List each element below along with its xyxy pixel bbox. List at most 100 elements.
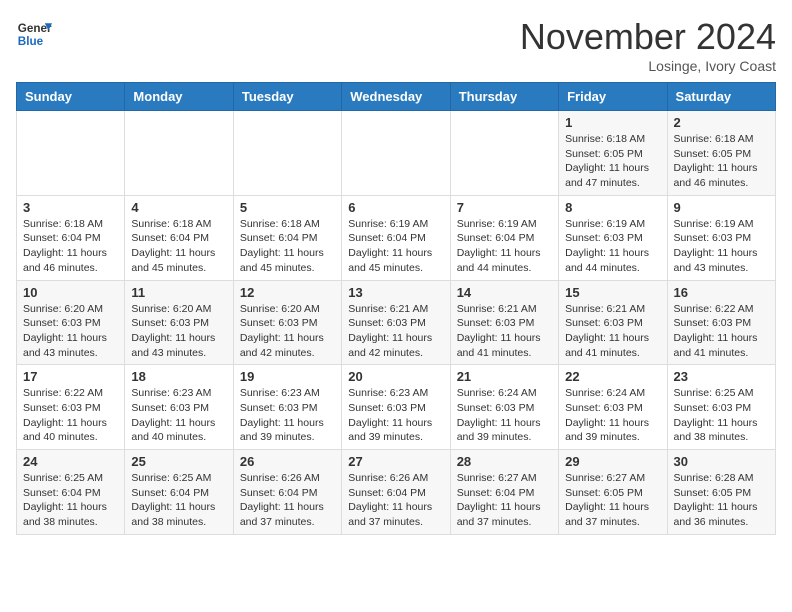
day-number: 15 [565,285,660,300]
weekday-header-row: SundayMondayTuesdayWednesdayThursdayFrid… [17,83,776,111]
day-info: Sunrise: 6:19 AM Sunset: 6:04 PM Dayligh… [348,217,443,276]
day-number: 5 [240,200,335,215]
day-info: Sunrise: 6:19 AM Sunset: 6:03 PM Dayligh… [674,217,769,276]
day-number: 18 [131,369,226,384]
calendar-week-row: 3 Sunrise: 6:18 AM Sunset: 6:04 PM Daylig… [17,195,776,280]
day-info: Sunrise: 6:18 AM Sunset: 6:04 PM Dayligh… [240,217,335,276]
weekday-header-monday: Monday [125,83,233,111]
day-number: 1 [565,115,660,130]
day-info: Sunrise: 6:19 AM Sunset: 6:04 PM Dayligh… [457,217,552,276]
day-info: Sunrise: 6:26 AM Sunset: 6:04 PM Dayligh… [240,471,335,530]
calendar-table: SundayMondayTuesdayWednesdayThursdayFrid… [16,82,776,535]
calendar-cell: 11Sunrise: 6:20 AM Sunset: 6:03 PM Dayli… [125,280,233,365]
day-info: Sunrise: 6:18 AM Sunset: 6:04 PM Dayligh… [23,217,118,276]
calendar-week-row: 17 Sunrise: 6:22 AM Sunset: 6:03 PM Dayli… [17,365,776,450]
calendar-cell: 26 Sunrise: 6:26 AM Sunset: 6:04 PM Dayli… [233,450,341,535]
day-number: 7 [457,200,552,215]
weekday-header-saturday: Saturday [667,83,775,111]
weekday-header-sunday: Sunday [17,83,125,111]
calendar-cell: 20 Sunrise: 6:23 AM Sunset: 6:03 PM Dayli… [342,365,450,450]
day-number: 30 [674,454,769,469]
title-section: November 2024 Losinge, Ivory Coast [520,16,776,74]
day-info: Sunrise: 6:25 AM Sunset: 6:04 PM Dayligh… [131,471,226,530]
day-number: 12 [240,285,335,300]
calendar-cell [17,111,125,196]
calendar-cell: 25 Sunrise: 6:25 AM Sunset: 6:04 PM Dayli… [125,450,233,535]
day-number: 9 [674,200,769,215]
day-number: 26 [240,454,335,469]
day-info: Sunrise: 6:20 AM Sunset: 6:03 PM Dayligh… [240,302,335,361]
calendar-cell [233,111,341,196]
calendar-cell: 15 Sunrise: 6:21 AM Sunset: 6:03 PM Dayli… [559,280,667,365]
calendar-cell: 13 Sunrise: 6:21 AM Sunset: 6:03 PM Dayli… [342,280,450,365]
calendar-cell: 8 Sunrise: 6:19 AM Sunset: 6:03 PM Daylig… [559,195,667,280]
day-info: Sunrise: 6:21 AM Sunset: 6:03 PM Dayligh… [348,302,443,361]
day-info: Sunrise: 6:20 AM Sunset: 6:03 PM Dayligh… [23,302,118,361]
day-number: 16 [674,285,769,300]
day-number: 21 [457,369,552,384]
svg-text:Blue: Blue [18,35,44,48]
day-number: 17 [23,369,118,384]
day-number: 3 [23,200,118,215]
day-number: 4 [131,200,226,215]
calendar-cell: 21 Sunrise: 6:24 AM Sunset: 6:03 PM Dayli… [450,365,558,450]
day-number: 11 [131,285,226,300]
day-info: Sunrise: 6:28 AM Sunset: 6:05 PM Dayligh… [674,471,769,530]
weekday-header-thursday: Thursday [450,83,558,111]
day-info: Sunrise: 6:24 AM Sunset: 6:03 PM Dayligh… [457,386,552,445]
calendar-cell [342,111,450,196]
weekday-header-tuesday: Tuesday [233,83,341,111]
day-number: 28 [457,454,552,469]
weekday-header-wednesday: Wednesday [342,83,450,111]
calendar-cell: 30 Sunrise: 6:28 AM Sunset: 6:05 PM Dayli… [667,450,775,535]
location: Losinge, Ivory Coast [520,58,776,74]
day-number: 13 [348,285,443,300]
calendar-cell: 28 Sunrise: 6:27 AM Sunset: 6:04 PM Dayli… [450,450,558,535]
calendar-cell: 14Sunrise: 6:21 AM Sunset: 6:03 PM Dayli… [450,280,558,365]
calendar-cell: 24 Sunrise: 6:25 AM Sunset: 6:04 PM Dayli… [17,450,125,535]
calendar-cell: 5 Sunrise: 6:18 AM Sunset: 6:04 PM Daylig… [233,195,341,280]
calendar-cell: 12 Sunrise: 6:20 AM Sunset: 6:03 PM Dayli… [233,280,341,365]
day-info: Sunrise: 6:21 AM Sunset: 6:03 PM Dayligh… [565,302,660,361]
day-number: 25 [131,454,226,469]
day-info: Sunrise: 6:24 AM Sunset: 6:03 PM Dayligh… [565,386,660,445]
day-number: 27 [348,454,443,469]
day-info: Sunrise: 6:18 AM Sunset: 6:04 PM Dayligh… [131,217,226,276]
logo-icon: General Blue [16,16,52,52]
calendar-cell: 27 Sunrise: 6:26 AM Sunset: 6:04 PM Dayli… [342,450,450,535]
day-number: 2 [674,115,769,130]
calendar-cell: 7 Sunrise: 6:19 AM Sunset: 6:04 PM Daylig… [450,195,558,280]
calendar-cell: 16Sunrise: 6:22 AM Sunset: 6:03 PM Dayli… [667,280,775,365]
day-number: 8 [565,200,660,215]
day-info: Sunrise: 6:19 AM Sunset: 6:03 PM Dayligh… [565,217,660,276]
day-info: Sunrise: 6:23 AM Sunset: 6:03 PM Dayligh… [348,386,443,445]
day-info: Sunrise: 6:27 AM Sunset: 6:05 PM Dayligh… [565,471,660,530]
day-info: Sunrise: 6:22 AM Sunset: 6:03 PM Dayligh… [23,386,118,445]
calendar-cell [450,111,558,196]
day-number: 24 [23,454,118,469]
weekday-header-friday: Friday [559,83,667,111]
calendar-cell: 4 Sunrise: 6:18 AM Sunset: 6:04 PM Daylig… [125,195,233,280]
day-info: Sunrise: 6:25 AM Sunset: 6:04 PM Dayligh… [23,471,118,530]
day-number: 20 [348,369,443,384]
day-info: Sunrise: 6:25 AM Sunset: 6:03 PM Dayligh… [674,386,769,445]
page-header: General Blue November 2024 Losinge, Ivor… [16,16,776,74]
calendar-cell: 6Sunrise: 6:19 AM Sunset: 6:04 PM Daylig… [342,195,450,280]
day-number: 10 [23,285,118,300]
calendar-week-row: 10 Sunrise: 6:20 AM Sunset: 6:03 PM Dayli… [17,280,776,365]
calendar-cell: 29Sunrise: 6:27 AM Sunset: 6:05 PM Dayli… [559,450,667,535]
day-number: 19 [240,369,335,384]
day-info: Sunrise: 6:27 AM Sunset: 6:04 PM Dayligh… [457,471,552,530]
calendar-cell: 22 Sunrise: 6:24 AM Sunset: 6:03 PM Dayli… [559,365,667,450]
calendar-cell: 23Sunrise: 6:25 AM Sunset: 6:03 PM Dayli… [667,365,775,450]
day-number: 14 [457,285,552,300]
day-number: 22 [565,369,660,384]
day-info: Sunrise: 6:18 AM Sunset: 6:05 PM Dayligh… [674,132,769,191]
month-title: November 2024 [520,16,776,58]
calendar-cell: 19 Sunrise: 6:23 AM Sunset: 6:03 PM Dayli… [233,365,341,450]
calendar-cell: 2 Sunrise: 6:18 AM Sunset: 6:05 PM Daylig… [667,111,775,196]
day-info: Sunrise: 6:23 AM Sunset: 6:03 PM Dayligh… [240,386,335,445]
calendar-cell: 1Sunrise: 6:18 AM Sunset: 6:05 PM Daylig… [559,111,667,196]
day-info: Sunrise: 6:26 AM Sunset: 6:04 PM Dayligh… [348,471,443,530]
calendar-cell: 9 Sunrise: 6:19 AM Sunset: 6:03 PM Daylig… [667,195,775,280]
